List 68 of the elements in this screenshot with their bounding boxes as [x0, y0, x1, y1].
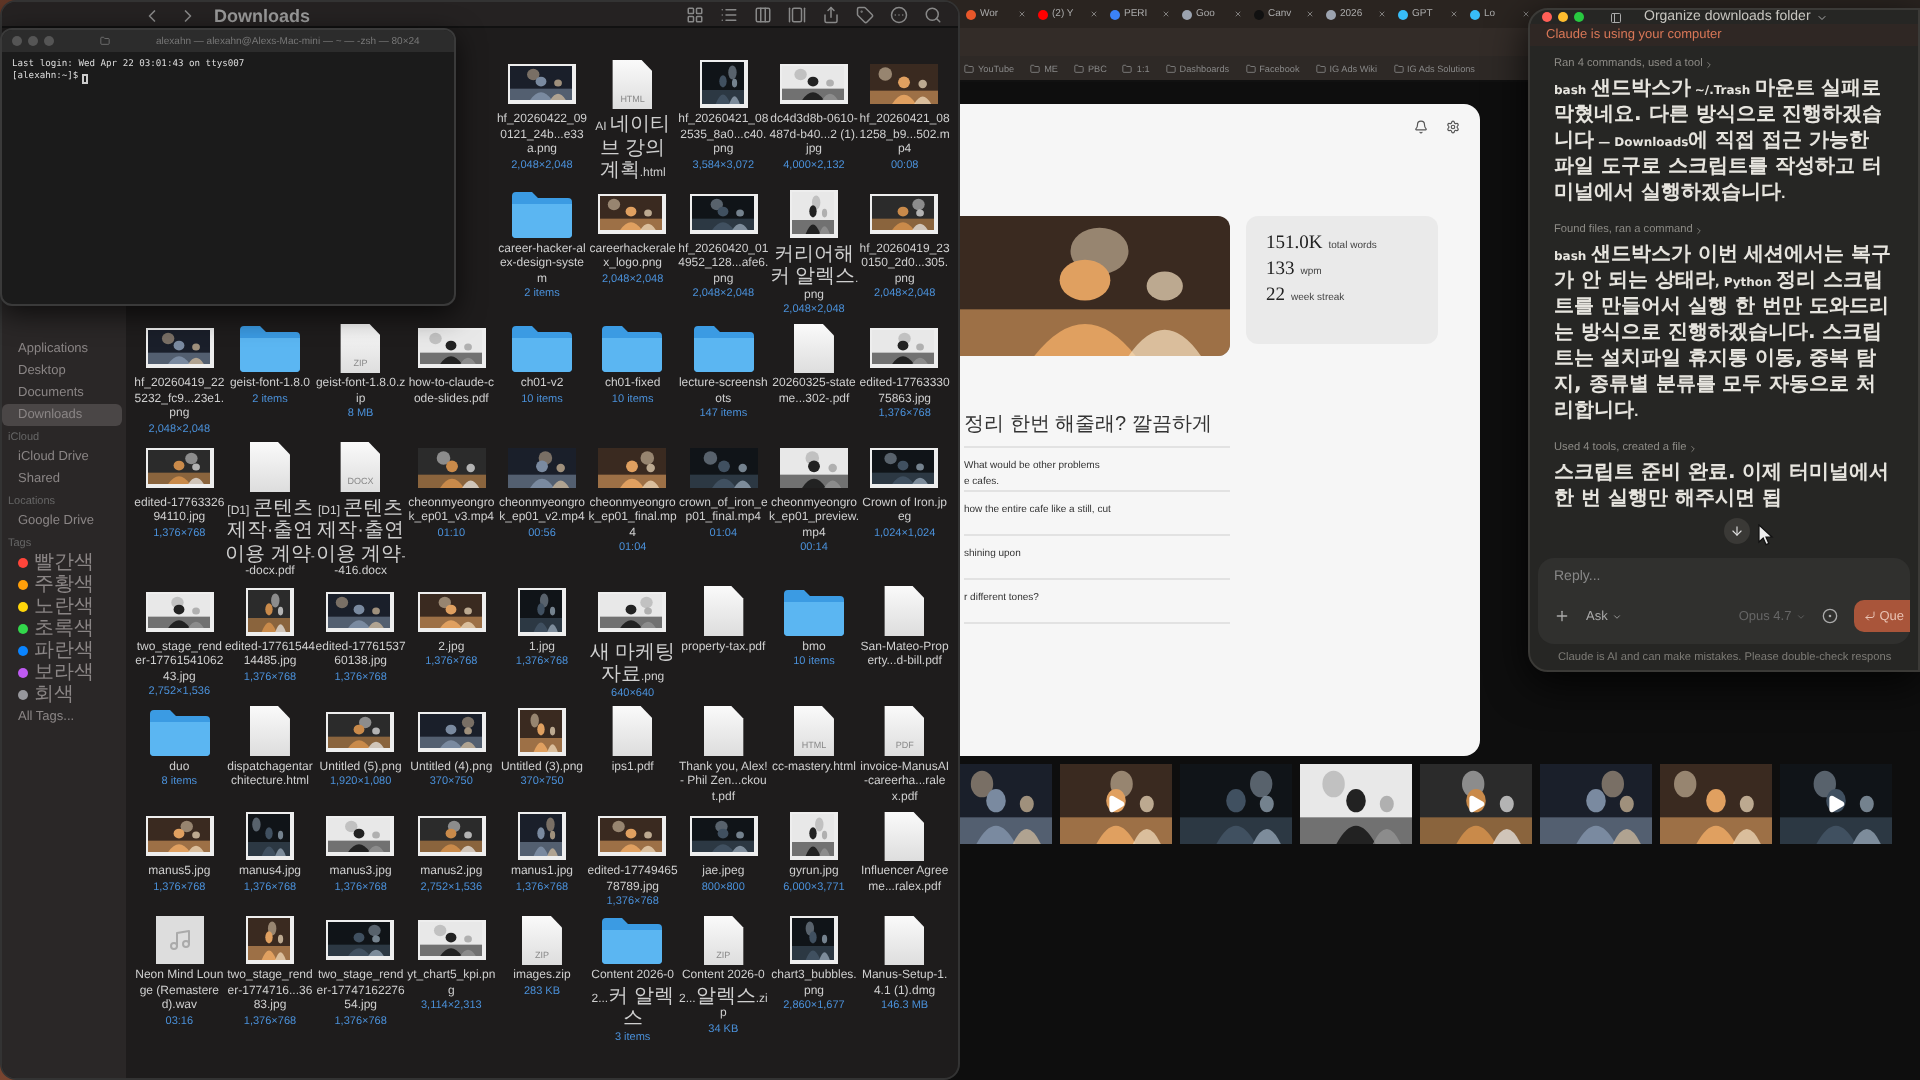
chevron-right-icon	[1688, 443, 1699, 453]
document-icon	[612, 706, 653, 756]
more-icon[interactable]	[890, 6, 908, 24]
play-icon[interactable]	[1106, 794, 1126, 814]
tag-icon[interactable]	[856, 6, 874, 24]
return-icon	[1863, 610, 1876, 622]
document-icon	[884, 915, 925, 965]
stat-value: 22	[1266, 286, 1285, 306]
folder-icon	[1073, 63, 1084, 73]
prompt-text: 정리 한번 해줄래? 깔끔하게	[964, 414, 1214, 436]
sidebar-tag[interactable]: 파란색	[2, 640, 122, 662]
document-icon	[703, 706, 744, 756]
chevron-right-icon	[1694, 225, 1705, 235]
sidebar-icon[interactable]	[1610, 11, 1622, 23]
stat-value: 133	[1266, 260, 1295, 280]
scroll-down-button[interactable]	[1724, 518, 1750, 544]
folder-icon	[1245, 63, 1256, 73]
sidebar-tag[interactable]: 회색	[2, 684, 122, 706]
window-title: Downloads	[214, 6, 311, 26]
folder-icon	[1030, 63, 1041, 73]
prompt-row[interactable]: 정리 한번 해줄래? 깔끔하게	[964, 404, 1230, 448]
folder-icon	[509, 189, 574, 237]
folder-icon	[1315, 63, 1326, 73]
document-icon	[249, 706, 290, 756]
music-file-icon	[155, 916, 204, 964]
gallery-view-icon[interactable]	[788, 6, 806, 24]
document-icon	[793, 323, 834, 373]
message-text: 스크립트 준비 완료. 이제 터미널에서 한 번 실행만 해주시면 됩	[1554, 462, 1892, 514]
share-icon[interactable]	[822, 6, 840, 24]
folder-icon	[1122, 63, 1133, 73]
folder-icon	[691, 324, 756, 372]
folder-icon	[147, 707, 212, 755]
icon-view-icon[interactable]	[686, 6, 704, 24]
stat-value: 151.0K	[1266, 234, 1323, 254]
play-icon[interactable]	[1826, 794, 1846, 814]
sidebar-tag[interactable]: 초록색	[2, 618, 122, 640]
folder-icon	[1393, 63, 1404, 73]
sidebar-tag[interactable]: 주황색	[2, 574, 122, 596]
search-icon[interactable]	[924, 6, 942, 24]
sidebar-tag[interactable]: 빨간색	[2, 552, 122, 574]
folder-icon	[781, 587, 846, 635]
document-icon	[884, 811, 925, 861]
folder-icon	[100, 36, 110, 46]
chevron-down-icon	[1795, 611, 1806, 621]
add-icon[interactable]	[1554, 608, 1570, 624]
settings-icon[interactable]	[1446, 119, 1460, 133]
folder-icon	[237, 324, 302, 372]
sidebar-tag[interactable]: 노란색	[2, 596, 122, 618]
document-icon	[249, 442, 290, 492]
mouse-pointer-icon	[1758, 524, 1774, 546]
document-icon	[703, 586, 744, 636]
folder-icon	[600, 324, 665, 372]
column-view-icon[interactable]	[754, 6, 772, 24]
notification-icon[interactable]	[1414, 119, 1428, 133]
folder-icon	[509, 324, 574, 372]
sidebar-tag[interactable]: 보라색	[2, 662, 122, 684]
play-icon[interactable]	[1466, 794, 1486, 814]
chevron-down-icon	[1611, 611, 1622, 621]
folder-icon	[600, 916, 665, 964]
folder-icon	[1165, 63, 1176, 73]
document-icon	[884, 586, 925, 636]
arrow-down-icon	[1730, 524, 1744, 538]
list-view-icon[interactable]	[720, 6, 738, 24]
chevron-right-icon	[1704, 59, 1715, 69]
text-cursor	[82, 73, 89, 83]
record-icon[interactable]	[1821, 608, 1838, 624]
chevron-down-icon[interactable]	[1816, 11, 1829, 23]
folder-icon	[964, 63, 974, 73]
